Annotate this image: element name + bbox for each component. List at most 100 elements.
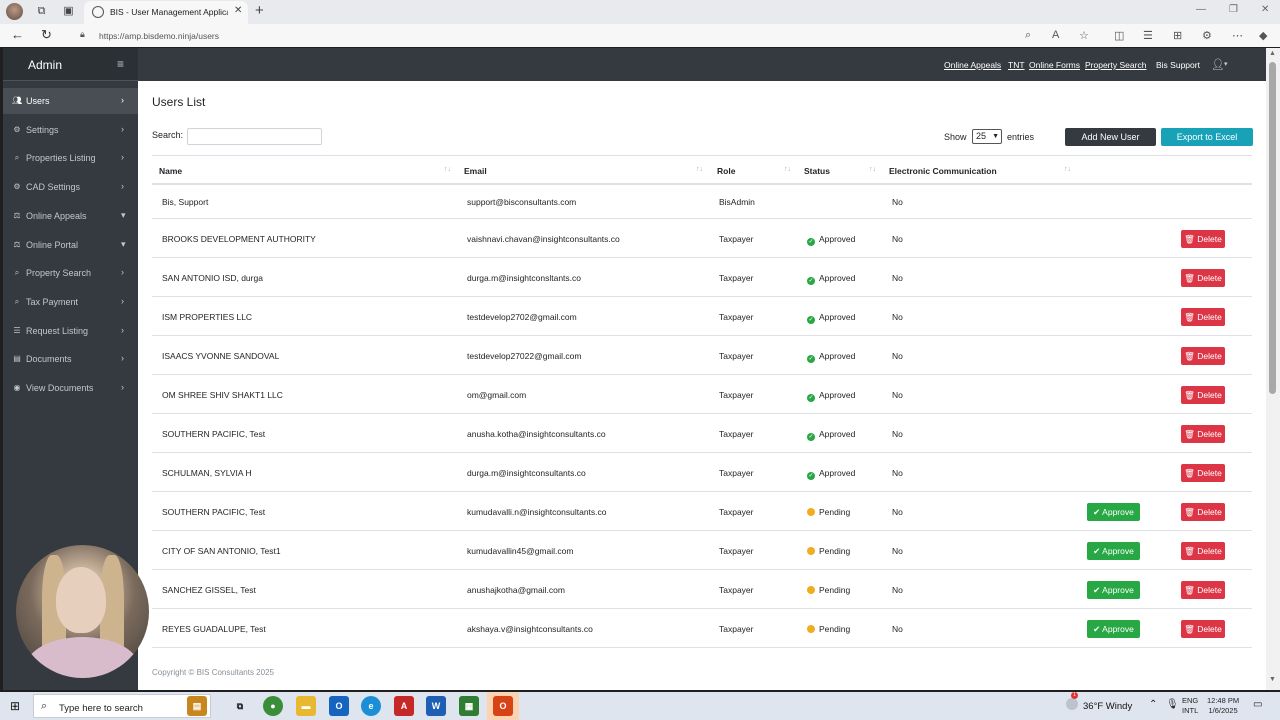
user-icon[interactable]: 👤︎ (1211, 58, 1225, 71)
input-language[interactable]: ENG INTL (1182, 696, 1198, 716)
sidebar-item-view-documents[interactable]: ◉ View Documents › (3, 375, 138, 401)
favorites-icon[interactable]: ☰ (1143, 29, 1153, 42)
tray-chevron-icon[interactable]: ⌃ (1149, 699, 1157, 710)
sort-icon[interactable]: ↑↓ (1064, 166, 1071, 173)
gear-icon: ⚙ (13, 124, 21, 134)
edge-icon[interactable]: e (361, 696, 381, 716)
scrollbar-thumb[interactable] (1269, 62, 1276, 394)
microphone-icon[interactable]: 🎙︎ (1166, 699, 1179, 710)
word-icon[interactable]: W (426, 696, 446, 716)
taskbar-search-box[interactable]: ⌕ Type here to search (33, 694, 211, 718)
status-text: Approved (819, 467, 856, 478)
table-row: ISM PROPERTIES LLC testdevelop2702@gmail.… (152, 297, 1252, 336)
topnav-link-online-appeals[interactable]: Online Appeals (944, 60, 1001, 70)
favorite-star-icon[interactable]: ☆ (1079, 29, 1089, 42)
refresh-icon[interactable]: ↻ (41, 27, 52, 43)
delete-button[interactable]: 🗑︎ Delete (1181, 502, 1225, 521)
minimize-icon[interactable]: — (1196, 4, 1206, 15)
check-icon: ✔ (1093, 584, 1103, 595)
notifications-icon[interactable]: ▭ (1253, 699, 1262, 710)
sidebar-item-tax-payment[interactable]: ⌕ Tax Payment › (3, 289, 138, 315)
sort-icon[interactable]: ↑↓ (869, 166, 876, 173)
delete-button[interactable]: 🗑︎ Delete (1181, 229, 1225, 248)
split-screen-icon[interactable]: ◫ (1114, 29, 1124, 42)
export-to-excel-button[interactable]: Export to Excel (1161, 128, 1253, 146)
column-header-email[interactable]: Email (464, 166, 487, 176)
more-menu-icon[interactable]: ⋯ (1232, 29, 1243, 42)
read-aloud-icon[interactable]: A (1052, 29, 1059, 41)
approve-button[interactable]: ✔ Approve (1087, 580, 1140, 599)
delete-button[interactable]: 🗑︎ Delete (1181, 346, 1225, 365)
sidebar-item-cad-settings[interactable]: ⚙ CAD Settings › (3, 174, 138, 200)
topnav-link-online-forms[interactable]: Online Forms (1029, 60, 1080, 70)
delete-button[interactable]: 🗑︎ Delete (1181, 385, 1225, 404)
close-window-icon[interactable]: ✕ (1261, 4, 1269, 15)
office-app-icon[interactable]: O (493, 696, 513, 716)
column-header-name[interactable]: Name (159, 166, 182, 176)
collections-icon[interactable]: ⊞ (1173, 29, 1182, 42)
delete-button[interactable]: 🗑︎ Delete (1181, 619, 1225, 638)
sidebar-item-online-portal[interactable]: ⚖ Online Portal ▾ (3, 232, 138, 258)
delete-button[interactable]: 🗑︎ Delete (1181, 463, 1225, 482)
browser-tab[interactable]: BIS - User Management Applicati ✕ (84, 1, 248, 24)
weather-icon[interactable] (1066, 698, 1078, 710)
column-header-electronic-communication[interactable]: Electronic Communication (889, 166, 997, 176)
page-size-select[interactable]: 25 ▼ (972, 129, 1002, 144)
topnav-user-name[interactable]: Bis Support (1156, 60, 1200, 70)
sort-icon[interactable]: ↑↓ (696, 166, 703, 173)
status-text: Pending (819, 545, 851, 556)
browser-address-bar: ← ↻ 🔒︎ https://amp.bisdemo.ninja/users ⌕… (0, 24, 1280, 47)
page-scrollbar[interactable]: ▲ ▼ (1266, 48, 1280, 690)
url-field[interactable]: 🔒︎ https://amp.bisdemo.ninja/users (72, 26, 1072, 45)
delete-button[interactable]: 🗑︎ Delete (1181, 541, 1225, 560)
delete-button[interactable]: 🗑︎ Delete (1181, 268, 1225, 287)
profile-avatar-icon[interactable] (6, 3, 23, 20)
vertical-tabs-icon[interactable]: ▣ (62, 5, 75, 18)
zoom-icon[interactable]: ⌕ (1025, 29, 1031, 42)
task-view-icon[interactable]: ⧉ (230, 696, 250, 716)
approve-button[interactable]: ✔ Approve (1087, 502, 1140, 521)
chrome-icon[interactable]: ● (263, 696, 283, 716)
topnav-link-tnt[interactable]: TNT (1008, 60, 1025, 70)
back-icon[interactable]: ← (11, 27, 24, 42)
file-explorer-icon[interactable]: ▬ (296, 696, 316, 716)
user-dropdown-caret-icon[interactable]: ▾ (1224, 60, 1228, 68)
workspaces-icon[interactable]: ⧉ (35, 5, 48, 18)
outlook-icon[interactable]: O (329, 696, 349, 716)
sidebar-item-online-appeals[interactable]: ⚖ Online Appeals ▾ (3, 203, 138, 229)
topnav-link-property-search[interactable]: Property Search (1085, 60, 1146, 70)
search-input[interactable] (187, 128, 322, 145)
delete-button[interactable]: 🗑︎ Delete (1181, 424, 1225, 443)
trash-icon: 🗑︎ (1184, 623, 1198, 634)
sidebar-item-properties-listing[interactable]: ⌕ Properties Listing › (3, 145, 138, 171)
new-tab-icon[interactable]: + (255, 2, 264, 19)
extensions-icon[interactable]: ⚙ (1202, 29, 1212, 42)
delete-button[interactable]: 🗑︎ Delete (1181, 307, 1225, 326)
taskbar-app-briefcase-icon[interactable]: ▤ (187, 696, 207, 716)
sidebar-item-documents[interactable]: ▤ Documents › (3, 346, 138, 372)
scroll-down-icon[interactable]: ▼ (1269, 676, 1276, 683)
tab-close-icon[interactable]: ✕ (234, 5, 242, 16)
approve-button[interactable]: ✔ Approve (1087, 619, 1140, 638)
scroll-up-icon[interactable]: ▲ (1269, 50, 1276, 57)
taskbar-clock[interactable]: 12:48 PM 1/6/2025 (1207, 696, 1239, 716)
column-header-role[interactable]: Role (717, 166, 735, 176)
spreadsheet-app-icon[interactable]: ▦ (459, 696, 479, 716)
windows-start-icon[interactable]: ⊞ (10, 699, 20, 713)
hamburger-icon[interactable]: ≡ (117, 57, 124, 71)
approve-button[interactable]: ✔ Approve (1087, 541, 1140, 560)
column-header-status[interactable]: Status (804, 166, 830, 176)
check-circle-icon: ✓ (807, 471, 815, 480)
sidebar-item-property-search[interactable]: ⌕ Property Search › (3, 260, 138, 286)
copilot-icon[interactable]: ◆ (1259, 29, 1267, 42)
sidebar-item-settings[interactable]: ⚙ Settings › (3, 117, 138, 143)
sort-icon[interactable]: ↑↓ (444, 166, 451, 173)
add-new-user-button[interactable]: Add New User (1065, 128, 1156, 146)
delete-button[interactable]: 🗑︎ Delete (1181, 580, 1225, 599)
sort-icon[interactable]: ↑↓ (784, 166, 791, 173)
acrobat-icon[interactable]: A (394, 696, 414, 716)
sidebar-item-request-listing[interactable]: ☰ Request Listing › (3, 318, 138, 344)
maximize-icon[interactable]: ❐ (1229, 4, 1238, 15)
weather-text[interactable]: 36°F Windy (1083, 701, 1132, 712)
sidebar-item-users[interactable]: 👥︎ Users › (3, 88, 138, 114)
